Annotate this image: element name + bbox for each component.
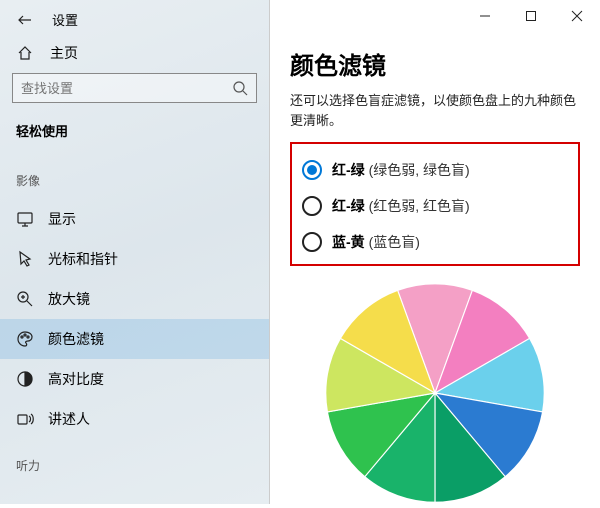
sidebar-item-label: 高对比度: [48, 369, 104, 389]
sidebar-item-magnifier[interactable]: 放大镜: [0, 279, 269, 319]
page-title: 颜色滤镜: [290, 46, 580, 81]
home-row[interactable]: 主页: [0, 35, 269, 73]
sidebar-item-label: 光标和指针: [48, 249, 118, 269]
radio-label: 红-绿: [332, 198, 365, 214]
sidebar: 设置 主页 轻松使用 影像 显示 光标和指针 放大镜: [0, 0, 270, 504]
close-button[interactable]: [554, 0, 600, 32]
group-vision: 影像: [0, 164, 269, 199]
filter-options-group: 红-绿 (绿色弱, 绿色盲) 红-绿 (红色弱, 红色盲) 蓝-黄 (蓝色盲): [290, 142, 580, 266]
sidebar-item-highcontrast[interactable]: 高对比度: [0, 359, 269, 399]
radio-label: 蓝-黄: [332, 234, 365, 250]
sidebar-item-label: 显示: [48, 209, 76, 229]
window-title: 设置: [52, 10, 78, 29]
home-icon: [16, 44, 34, 62]
content: 颜色滤镜 还可以选择色盲症滤镜，以使颜色盘上的九种颜色更清晰。 红-绿 (绿色弱…: [270, 32, 600, 508]
page-desc: 还可以选择色盲症滤镜，以使颜色盘上的九种颜色更清晰。: [290, 91, 580, 130]
radio-note: (绿色弱, 绿色盲): [369, 162, 470, 178]
maximize-button[interactable]: [508, 0, 554, 32]
search-row: [0, 73, 269, 113]
group-hearing: 听力: [0, 449, 269, 484]
minimize-button[interactable]: [462, 0, 508, 32]
cursor-icon: [16, 250, 34, 268]
sidebar-item-label: 颜色滤镜: [48, 329, 104, 349]
sidebar-item-narrator[interactable]: 讲述人: [0, 399, 269, 439]
display-icon: [16, 210, 34, 228]
radio-note: (蓝色盲): [369, 234, 420, 250]
radio-tritanopia[interactable]: 蓝-黄 (蓝色盲): [302, 224, 568, 260]
sidebar-item-display[interactable]: 显示: [0, 199, 269, 239]
search-input[interactable]: [21, 81, 232, 96]
search-box[interactable]: [12, 73, 257, 103]
radio-protanopia[interactable]: 红-绿 (红色弱, 红色盲): [302, 188, 568, 224]
section-title: 轻松使用: [0, 113, 269, 164]
sidebar-item-label: 讲述人: [48, 409, 90, 429]
window-buttons: [270, 0, 600, 32]
color-wheel: [290, 278, 580, 508]
sidebar-item-colorfilters[interactable]: 颜色滤镜: [0, 319, 269, 359]
radio-note: (红色弱, 红色盲): [369, 198, 470, 214]
pie-chart: [320, 278, 550, 508]
palette-icon: [16, 330, 34, 348]
back-icon[interactable]: [16, 11, 34, 29]
search-icon: [232, 80, 248, 96]
radio-label: 红-绿: [332, 162, 365, 178]
radio-icon: [302, 232, 322, 252]
contrast-icon: [16, 370, 34, 388]
radio-icon: [302, 196, 322, 216]
radio-deuteranopia[interactable]: 红-绿 (绿色弱, 绿色盲): [302, 152, 568, 188]
sidebar-item-label: 放大镜: [48, 289, 90, 309]
home-label: 主页: [50, 43, 78, 63]
narrator-icon: [16, 410, 34, 428]
main-panel: 颜色滤镜 还可以选择色盲症滤镜，以使颜色盘上的九种颜色更清晰。 红-绿 (绿色弱…: [270, 0, 600, 504]
sidebar-item-cursor[interactable]: 光标和指针: [0, 239, 269, 279]
magnifier-icon: [16, 290, 34, 308]
sidebar-header: 设置: [0, 0, 269, 35]
radio-icon: [302, 160, 322, 180]
